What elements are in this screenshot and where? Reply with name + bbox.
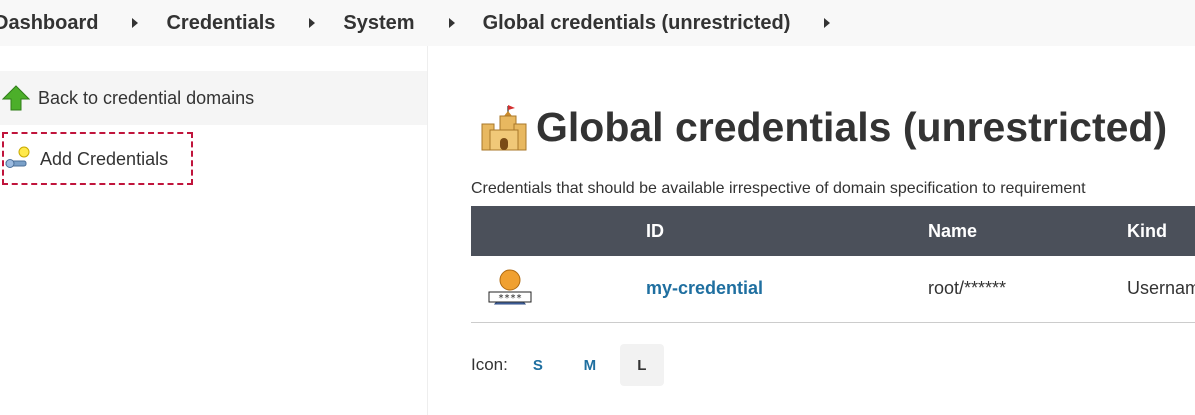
breadcrumb-global-credentials[interactable]: Global credentials (unrestricted): [481, 12, 793, 35]
breadcrumb-dashboard[interactable]: Dashboard: [0, 12, 100, 35]
column-header-name[interactable]: Name: [928, 221, 977, 242]
credential-name: root/******: [928, 278, 1007, 298]
icon-size-label: Icon:: [471, 355, 508, 374]
page-header: Global credentials (unrestricted): [478, 102, 1167, 152]
breadcrumb: Dashboard Credentials System Global cred…: [0, 0, 1195, 46]
credentials-table: ID Name Kind **** my-credential root/***…: [471, 206, 1195, 323]
chevron-right-icon[interactable]: [824, 18, 831, 28]
up-arrow-icon: [2, 85, 30, 111]
table-row: **** my-credential root/****** Usernam: [471, 256, 1195, 323]
page-description: Credentials that should be available irr…: [471, 180, 1086, 197]
breadcrumb-system[interactable]: System: [341, 12, 416, 35]
sidebar: Back to credential domains Add Credentia…: [0, 46, 428, 415]
chevron-right-icon[interactable]: [132, 18, 139, 28]
credential-id-link[interactable]: my-credential: [646, 278, 763, 299]
back-to-domains-label: Back to credential domains: [38, 87, 255, 108]
icon-size-s-button[interactable]: S: [516, 344, 560, 386]
credential-kind: Usernam: [1127, 278, 1195, 298]
chevron-right-icon[interactable]: [309, 18, 316, 28]
focus-outline: [2, 132, 193, 185]
icon-size-l-button[interactable]: L: [619, 344, 664, 386]
back-to-domains-link[interactable]: Back to credential domains: [0, 71, 427, 125]
user-password-icon: ****: [488, 269, 532, 305]
svg-text:****: ****: [498, 293, 522, 304]
main-content: Global credentials (unrestricted) Creden…: [428, 46, 1195, 415]
column-header-id[interactable]: ID: [646, 221, 664, 242]
icon-size-m-button[interactable]: M: [568, 344, 612, 386]
breadcrumb-credentials[interactable]: Credentials: [164, 12, 277, 35]
castle-icon: [481, 105, 527, 151]
page-title: Global credentials (unrestricted): [536, 103, 1168, 150]
column-header-kind[interactable]: Kind: [1127, 221, 1167, 242]
icon-size-selector: Icon: S M L: [471, 344, 664, 386]
chevron-right-icon[interactable]: [448, 18, 455, 28]
table-header: ID Name Kind: [471, 206, 1195, 256]
